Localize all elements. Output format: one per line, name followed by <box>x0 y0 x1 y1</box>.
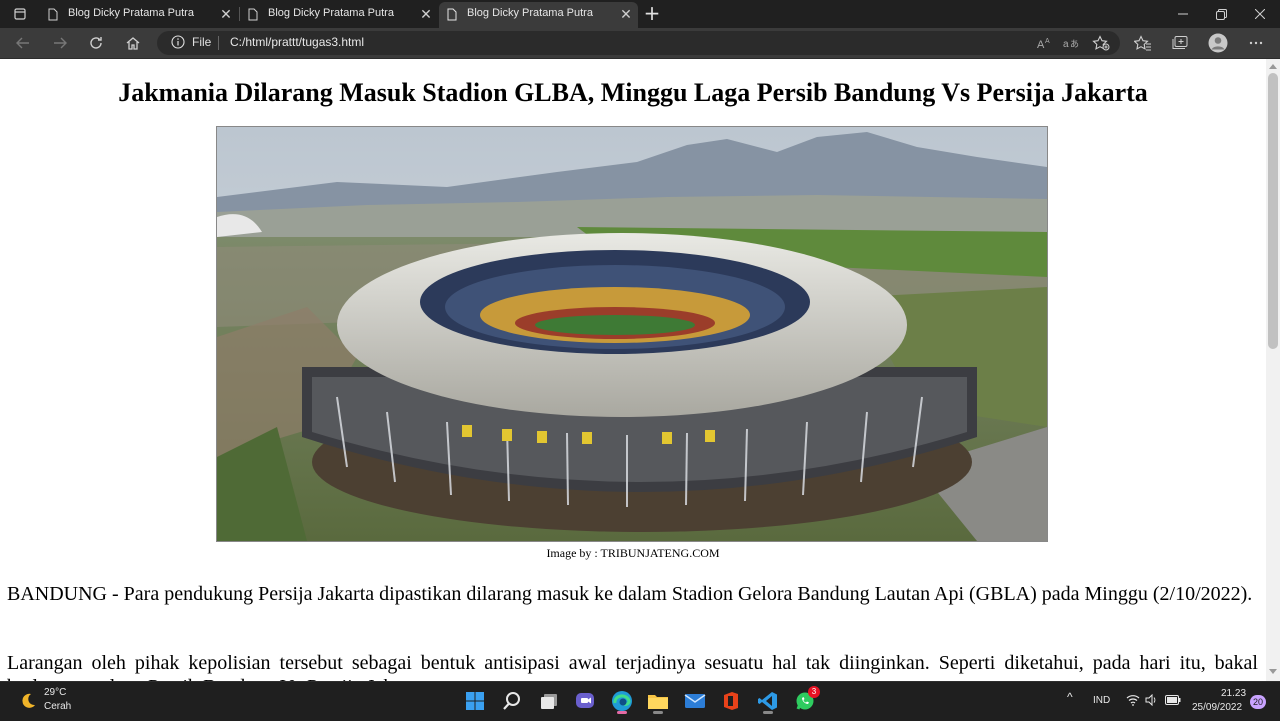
tab-2[interactable]: Blog Dicky Pratama Putra ✕ <box>240 2 438 28</box>
tab-title: Blog Dicky Pratama Putra <box>268 7 394 19</box>
whatsapp-icon[interactable]: 3 <box>790 686 820 716</box>
taskbar: 29°C Cerah 3 ^ IND 21.23 25/09/2022 20 <box>0 681 1280 721</box>
wifi-icon[interactable] <box>1126 694 1140 706</box>
minimize-button[interactable] <box>1164 0 1202 28</box>
article-paragraph-1: BANDUNG - Para pendukung Persija Jakarta… <box>7 583 1253 605</box>
close-window-button[interactable] <box>1241 0 1279 28</box>
more-options-icon[interactable] <box>1244 31 1268 55</box>
new-tab-button[interactable]: + <box>641 3 663 25</box>
page-icon <box>447 8 457 21</box>
close-tab-icon[interactable]: ✕ <box>618 6 634 22</box>
tab-title: Blog Dicky Pratama Putra <box>68 7 194 19</box>
home-icon[interactable] <box>121 31 145 55</box>
whatsapp-badge: 3 <box>808 686 820 698</box>
search-icon[interactable] <box>497 686 527 716</box>
page-icon <box>248 8 258 21</box>
tab-title: Blog Dicky Pratama Putra <box>467 7 593 19</box>
tab-1[interactable]: Blog Dicky Pratama Putra ✕ <box>40 2 238 28</box>
clock-date[interactable]: 25/09/2022 <box>1192 702 1242 713</box>
weather-description[interactable]: Cerah <box>44 701 71 712</box>
battery-icon[interactable] <box>1165 695 1181 705</box>
scroll-up-icon[interactable] <box>1269 64 1277 69</box>
article-paragraph-2: Larangan oleh pihak kepolisian tersebut … <box>7 652 1258 681</box>
translate-icon[interactable]: aあ <box>1059 31 1083 55</box>
page-viewport: Jakmania Dilarang Masuk Stadion GLBA, Mi… <box>0 59 1266 681</box>
refresh-icon[interactable] <box>84 31 108 55</box>
running-app-indicator <box>653 711 663 714</box>
chevron-up-icon[interactable]: ^ <box>1067 690 1073 704</box>
browser-toolbar: File C:/html/prattt/tugas3.html AA aあ <box>0 28 1280 59</box>
add-favorite-icon[interactable] <box>1089 31 1113 55</box>
task-view-icon[interactable] <box>534 686 564 716</box>
profile-avatar-icon[interactable] <box>1206 31 1230 55</box>
address-bar[interactable]: File C:/html/prattt/tugas3.html <box>157 31 1120 55</box>
page-icon <box>48 8 58 21</box>
vscode-icon[interactable] <box>753 686 783 716</box>
collections-icon[interactable] <box>1168 31 1192 55</box>
svg-text:A: A <box>1037 39 1045 51</box>
tab-3-active[interactable]: Blog Dicky Pratama Putra ✕ <box>439 2 638 28</box>
close-tab-icon[interactable]: ✕ <box>218 6 234 22</box>
restore-button[interactable] <box>1202 0 1240 28</box>
weather-temperature[interactable]: 29°C <box>44 687 66 698</box>
url-text[interactable]: C:/html/prattt/tugas3.html <box>230 35 364 49</box>
tab-actions-icon[interactable] <box>6 0 34 28</box>
mail-icon[interactable] <box>680 686 710 716</box>
volume-icon[interactable] <box>1145 694 1159 706</box>
forward-arrow-icon[interactable] <box>48 31 72 55</box>
close-tab-icon[interactable]: ✕ <box>418 6 434 22</box>
running-app-indicator <box>763 711 773 714</box>
start-icon[interactable] <box>460 686 490 716</box>
input-language[interactable]: IND <box>1093 695 1110 706</box>
notification-count[interactable]: 20 <box>1250 695 1266 709</box>
svg-text:A: A <box>1045 38 1050 45</box>
article-headline: Jakmania Dilarang Masuk Stadion GLBA, Mi… <box>118 78 1148 107</box>
tab-strip: Blog Dicky Pratama Putra ✕ Blog Dicky Pr… <box>0 0 1280 28</box>
scrollbar-thumb[interactable] <box>1268 73 1278 349</box>
file-explorer-icon[interactable] <box>643 686 673 716</box>
svg-text:a: a <box>1063 39 1069 50</box>
teams-chat-icon[interactable] <box>570 686 600 716</box>
clock-time[interactable]: 21.23 <box>1221 688 1246 699</box>
address-divider <box>218 36 219 50</box>
info-icon[interactable] <box>171 35 185 49</box>
favorites-icon[interactable] <box>1131 31 1155 55</box>
vertical-scrollbar[interactable] <box>1266 59 1280 681</box>
moon-icon[interactable] <box>18 691 38 711</box>
read-aloud-icon[interactable]: AA <box>1032 31 1056 55</box>
stadium-photo <box>216 126 1048 542</box>
back-arrow-icon[interactable] <box>11 31 35 55</box>
image-caption: Image by : TRIBUNJATENG.COM <box>546 546 720 560</box>
edge-icon[interactable] <box>607 686 637 716</box>
active-app-indicator <box>617 711 627 714</box>
svg-text:あ: あ <box>1070 39 1079 50</box>
scroll-down-icon[interactable] <box>1269 669 1277 674</box>
office-icon[interactable] <box>716 686 746 716</box>
scheme-label: File <box>192 35 212 49</box>
